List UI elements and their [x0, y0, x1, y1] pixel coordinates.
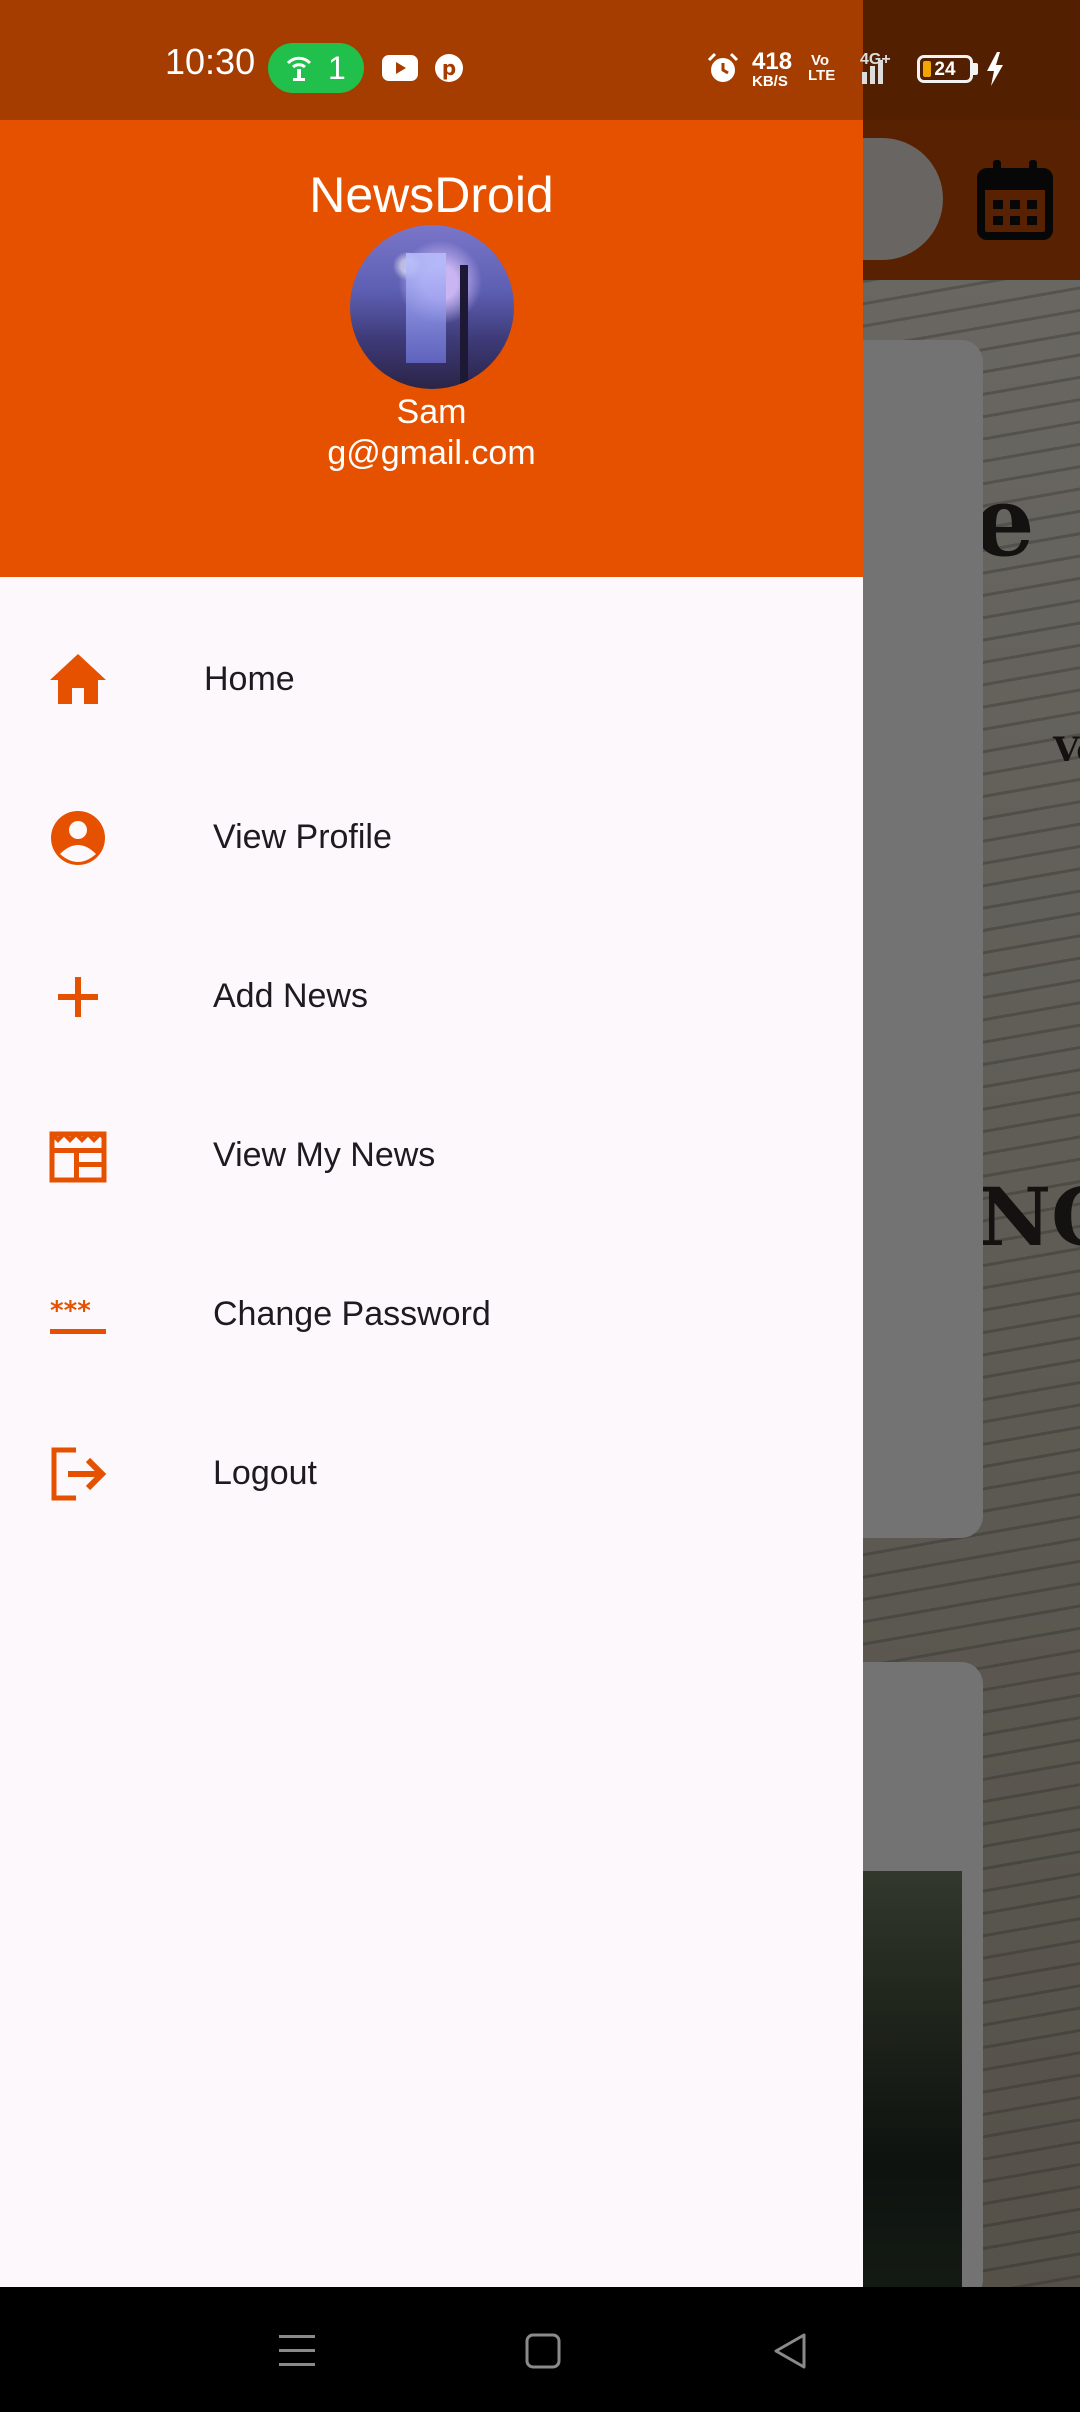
drawer-item-logout[interactable]: Logout	[0, 1394, 863, 1553]
user-name: Sam	[396, 393, 467, 431]
menu-icon[interactable]	[269, 2323, 325, 2379]
home-icon	[50, 654, 106, 704]
volte-indicator: Vo LTE	[808, 52, 836, 84]
user-email: g@gmail.com	[327, 434, 536, 472]
back-triangle-icon[interactable]	[762, 2323, 818, 2379]
signal-icon	[862, 60, 883, 84]
drawer-header: NewsDroid Sam g@gmail.com	[0, 120, 863, 577]
drawer-item-view-profile[interactable]: View Profile	[0, 758, 863, 917]
youtube-icon	[382, 55, 418, 81]
hotspot-count: 1	[328, 50, 346, 86]
app-title: NewsDroid	[309, 167, 554, 223]
avatar[interactable]	[350, 225, 514, 389]
hotspot-badge: 1	[268, 43, 364, 93]
drawer-item-label: Logout	[213, 1454, 317, 1492]
battery-icon: 24	[917, 55, 973, 83]
drawer-item-label: Change Password	[213, 1295, 491, 1333]
password-icon: ***	[50, 1296, 106, 1334]
hotspot-icon	[286, 56, 312, 81]
drawer-item-view-my-news[interactable]: View My News	[0, 1076, 863, 1235]
net-speed-unit: KB/S	[752, 73, 788, 90]
system-nav-bar	[0, 2287, 1080, 2412]
drawer-item-label: Add News	[213, 977, 368, 1015]
drawer-item-label: View Profile	[213, 818, 392, 856]
add-icon	[58, 977, 98, 1017]
logout-icon	[51, 1447, 107, 1501]
newspaper-icon	[49, 1131, 107, 1183]
drawer-item-label: Home	[204, 660, 295, 698]
drawer-item-label: View My News	[213, 1136, 436, 1174]
navigation-drawer: NewsDroid Sam g@gmail.com Home View Prof…	[0, 120, 863, 2287]
charging-bolt-icon	[987, 52, 1003, 86]
alarm-icon	[707, 52, 739, 82]
battery-level: 24	[934, 59, 956, 80]
account-circle-icon	[51, 811, 105, 865]
pinterest-icon: p	[435, 54, 463, 82]
drawer-item-change-password[interactable]: *** Change Password	[0, 1235, 863, 1394]
svg-text:***: ***	[50, 1296, 91, 1326]
status-time: 10:30	[165, 41, 256, 82]
home-square-icon[interactable]	[515, 2323, 571, 2379]
drawer-item-add-news[interactable]: Add News	[0, 917, 863, 1076]
net-speed: 418	[752, 48, 793, 75]
drawer-item-home[interactable]: Home	[0, 600, 863, 759]
status-bar: 10:30 1 p 418 KB/S Vo LTE 4G+ 24	[0, 0, 1080, 120]
svg-text:p: p	[442, 56, 456, 80]
